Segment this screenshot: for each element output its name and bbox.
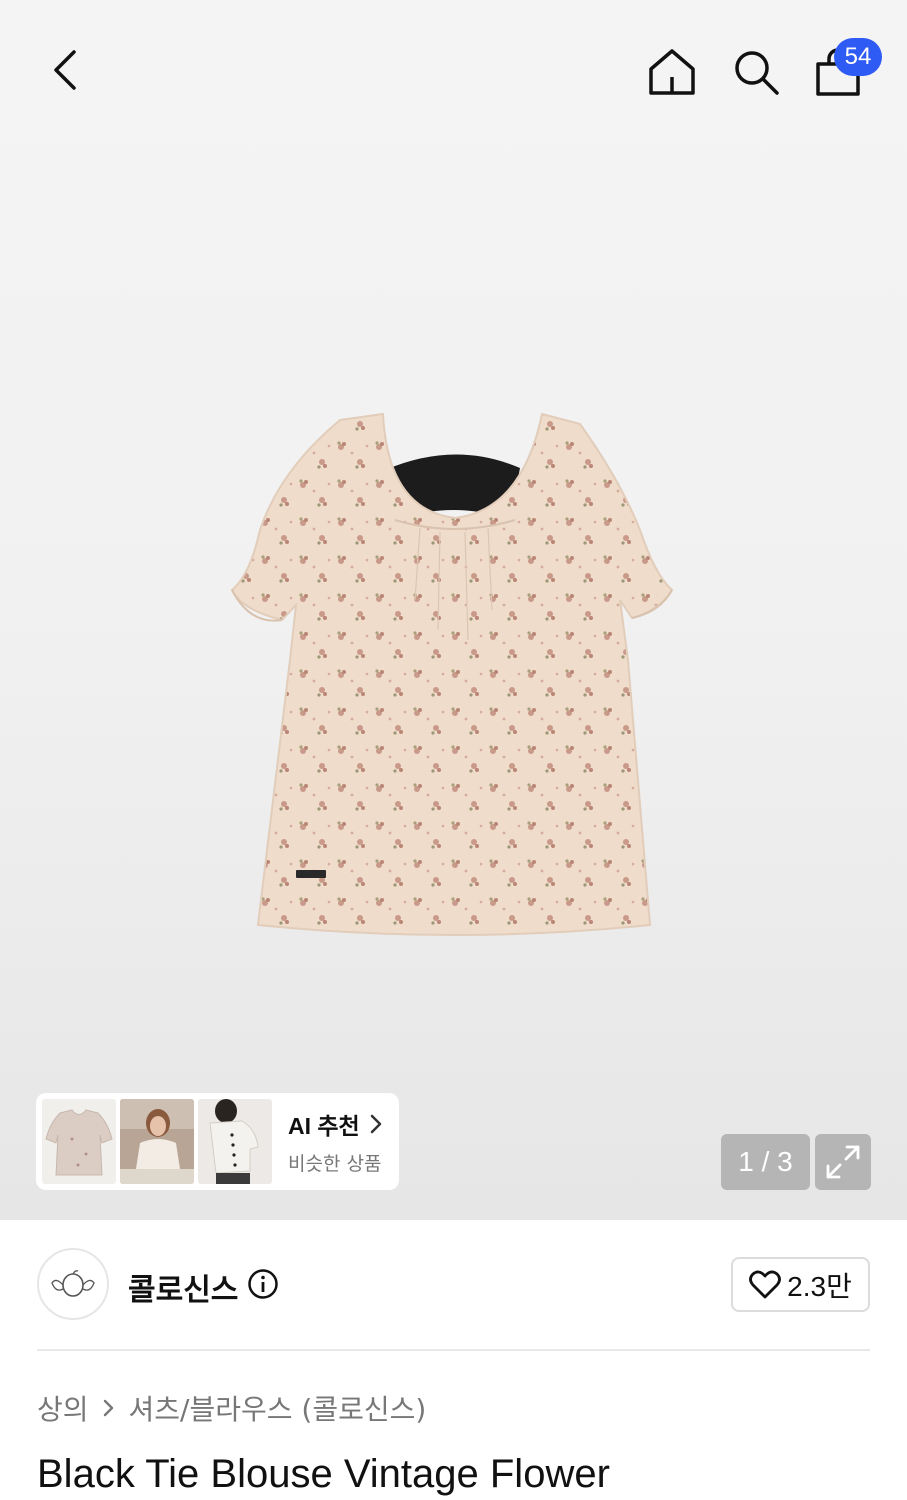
search-icon [735,51,779,95]
brand-row: 콜로신스 2.3만 [0,1220,907,1350]
expand-icon [826,1145,860,1179]
info-icon[interactable] [247,1268,279,1300]
ai-recommendation-subtitle: 비슷한 상품 [288,1153,382,1175]
model-photo-image [198,1099,272,1184]
blouse-thumbnail-image [42,1099,116,1184]
chevron-right-icon [370,1114,381,1134]
brand-logo-image [51,1270,95,1297]
image-page-counter: 1 / 3 [721,1134,810,1190]
brand-logo[interactable] [37,1248,109,1320]
product-photo [230,412,674,936]
search-button[interactable] [724,40,788,104]
similar-item-thumbnail[interactable] [42,1099,116,1184]
product-title: Black Tie Blouse Vintage Flower [37,1452,610,1496]
heart-icon [749,1270,782,1298]
home-icon [649,49,695,95]
back-button[interactable] [36,40,96,100]
like-count: 2.3만 [787,1270,852,1302]
top-navigation-bar: 54 [0,0,907,140]
breadcrumb-category[interactable]: 상의 [37,1388,89,1428]
like-button[interactable]: 2.3만 [731,1257,870,1312]
ai-recommendation-text: AI 추천 비슷한 상품 [288,1107,386,1176]
divider [37,1349,870,1351]
similar-item-thumbnail[interactable] [120,1099,194,1184]
brand-name-link[interactable]: 콜로신스 [128,1265,238,1309]
cart-count-badge: 54 [834,38,882,76]
home-button[interactable] [640,40,704,104]
chevron-right-icon [101,1397,117,1419]
chevron-left-icon [54,50,76,90]
ai-recommendation-title: AI 추천 [288,1113,360,1139]
product-gallery[interactable]: 54 AI 추천 비슷한 상품 1 / 3 [0,0,907,1220]
ai-recommendation-card[interactable]: AI 추천 비슷한 상품 [36,1093,399,1190]
breadcrumb-subcategory[interactable]: 셔츠/블라우스 (콜로신스) [129,1388,427,1428]
similar-item-thumbnail[interactable] [198,1099,272,1184]
breadcrumb: 상의 셔츠/블라우스 (콜로신스) [37,1388,426,1428]
expand-image-button[interactable] [815,1134,871,1190]
model-photo-image [120,1099,194,1184]
